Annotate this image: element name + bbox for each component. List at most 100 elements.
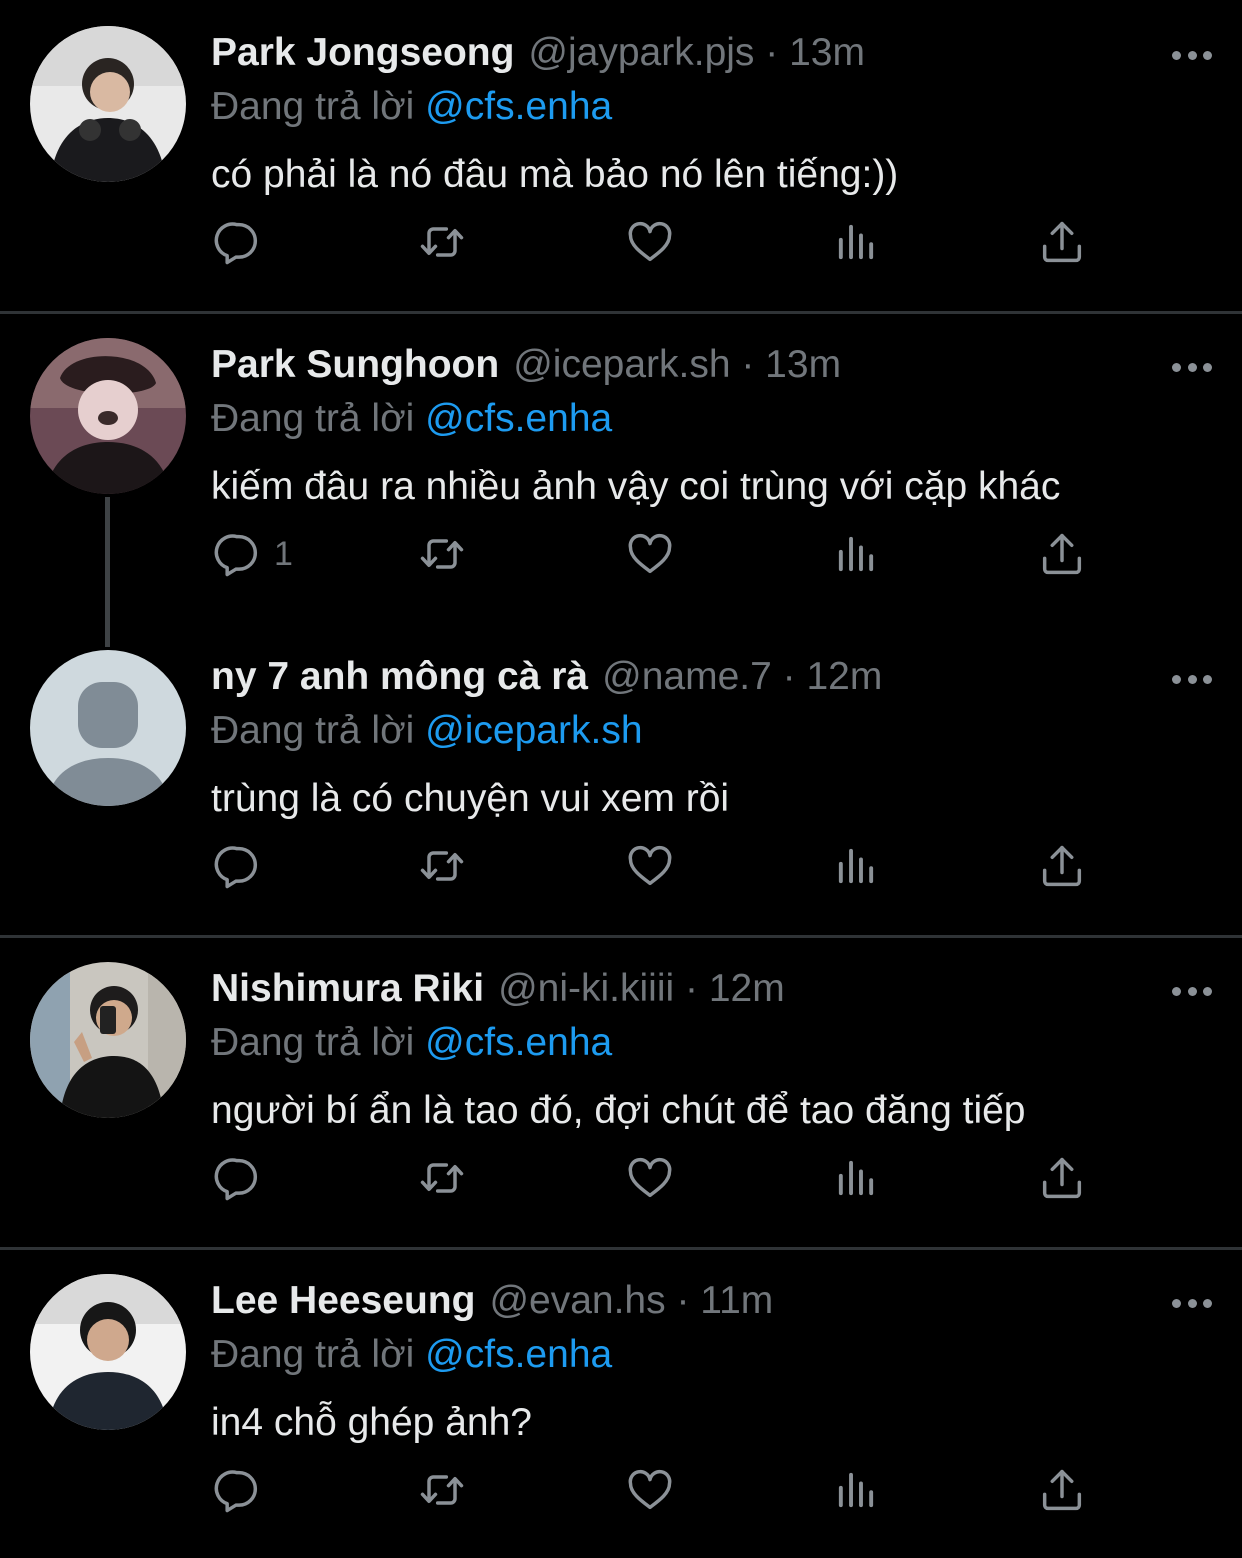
share-icon <box>1036 1152 1088 1204</box>
analytics-button[interactable] <box>830 1460 882 1520</box>
reply-button[interactable] <box>212 836 274 896</box>
like-button[interactable] <box>624 1148 676 1208</box>
display-name[interactable]: Park Sunghoon <box>211 343 499 386</box>
retweet-icon <box>416 1464 468 1516</box>
reply-icon <box>212 528 264 580</box>
action-bar <box>0 836 1242 896</box>
share-icon <box>1036 1464 1088 1516</box>
handle-time: @name.7 · 12m <box>602 655 883 698</box>
avatar[interactable] <box>30 1274 186 1430</box>
action-bar <box>0 212 1242 272</box>
handle-time: @ni-ki.kiiii · 12m <box>498 967 785 1010</box>
display-name[interactable]: ny 7 anh mông cà rà <box>211 655 588 698</box>
tweet-2[interactable]: Park Sunghoon @icepark.sh · 13m Đang trả … <box>0 312 1242 624</box>
analytics-button[interactable] <box>830 1148 882 1208</box>
reply-icon <box>212 840 264 892</box>
replying-to-label: Đang trả lời <box>211 397 415 440</box>
replying-to: Đang trả lời @icepark.sh <box>211 708 643 754</box>
share-button[interactable] <box>1036 836 1088 896</box>
reply-button[interactable] <box>212 212 274 272</box>
analytics-icon <box>830 216 882 268</box>
replying-to: Đang trả lời @cfs.enha <box>211 396 612 442</box>
retweet-icon <box>416 528 468 580</box>
tweet-4[interactable]: Nishimura Riki @ni-ki.kiiii · 12m Đang tr… <box>0 936 1242 1248</box>
action-bar: 1 <box>0 524 1242 584</box>
analytics-icon <box>830 528 882 580</box>
tweet-text: có phải là nó đâu mà bảo nó lên tiếng:)) <box>211 153 899 196</box>
reply-icon <box>212 1464 264 1516</box>
more-icon[interactable] <box>1172 1288 1212 1318</box>
retweet-icon <box>416 1152 468 1204</box>
mention-link[interactable]: @cfs.enha <box>425 397 612 440</box>
display-name[interactable]: Nishimura Riki <box>211 967 484 1010</box>
analytics-icon <box>830 840 882 892</box>
tweet-text: người bí ẩn là tao đó, đợi chút để tao đ… <box>211 1089 1026 1132</box>
more-icon[interactable] <box>1172 664 1212 694</box>
reply-button[interactable] <box>212 1148 274 1208</box>
avatar[interactable] <box>30 26 186 182</box>
analytics-button[interactable] <box>830 212 882 272</box>
reply-icon <box>212 1152 264 1204</box>
mention-link[interactable]: @cfs.enha <box>425 1333 612 1376</box>
retweet-button[interactable] <box>416 1460 468 1520</box>
more-icon[interactable] <box>1172 352 1212 382</box>
retweet-button[interactable] <box>416 836 468 896</box>
like-icon <box>624 528 676 580</box>
like-icon <box>624 840 676 892</box>
like-icon <box>624 216 676 268</box>
tweet-text: kiếm đâu ra nhiều ảnh vậy coi trùng với … <box>211 465 1061 508</box>
mention-link[interactable]: @cfs.enha <box>425 85 612 128</box>
share-button[interactable] <box>1036 524 1088 584</box>
analytics-button[interactable] <box>830 524 882 584</box>
action-bar <box>0 1460 1242 1520</box>
tweet-header: ny 7 anh mông cà rà @name.7 · 12m <box>211 654 882 700</box>
like-button[interactable] <box>624 836 676 896</box>
mention-link[interactable]: @cfs.enha <box>425 1021 612 1064</box>
like-button[interactable] <box>624 1460 676 1520</box>
replying-to-label: Đang trả lời <box>211 1333 415 1376</box>
replying-to: Đang trả lời @cfs.enha <box>211 1332 612 1378</box>
retweet-button[interactable] <box>416 212 468 272</box>
replying-to-label: Đang trả lời <box>211 85 415 128</box>
tweet-3[interactable]: ny 7 anh mông cà rà @name.7 · 12m Đang tr… <box>0 624 1242 936</box>
handle-time: @evan.hs · 11m <box>489 1279 774 1322</box>
reply-button[interactable] <box>212 1460 274 1520</box>
replying-to-label: Đang trả lời <box>211 1021 415 1064</box>
share-icon <box>1036 528 1088 580</box>
share-button[interactable] <box>1036 212 1088 272</box>
retweet-icon <box>416 840 468 892</box>
tweet-header: Lee Heeseung @evan.hs · 11m <box>211 1278 773 1324</box>
handle-time: @icepark.sh · 13m <box>513 343 842 386</box>
analytics-button[interactable] <box>830 836 882 896</box>
retweet-button[interactable] <box>416 524 468 584</box>
display-name[interactable]: Park Jongseong <box>211 31 514 74</box>
share-icon <box>1036 840 1088 892</box>
share-button[interactable] <box>1036 1460 1088 1520</box>
share-button[interactable] <box>1036 1148 1088 1208</box>
reply-icon <box>212 216 264 268</box>
avatar[interactable] <box>30 650 186 806</box>
tweet-1[interactable]: Park Jongseong @jaypark.pjs · 13m Đang tr… <box>0 0 1242 312</box>
reply-button[interactable]: 1 <box>212 524 293 584</box>
like-button[interactable] <box>624 212 676 272</box>
replying-to: Đang trả lời @cfs.enha <box>211 84 612 130</box>
action-bar <box>0 1148 1242 1208</box>
tweet-header: Park Sunghoon @icepark.sh · 13m <box>211 342 841 388</box>
more-icon[interactable] <box>1172 976 1212 1006</box>
replying-to-label: Đang trả lời <box>211 709 415 752</box>
like-icon <box>624 1464 676 1516</box>
retweet-button[interactable] <box>416 1148 468 1208</box>
more-icon[interactable] <box>1172 40 1212 70</box>
replying-to: Đang trả lời @cfs.enha <box>211 1020 612 1066</box>
tweet-header: Nishimura Riki @ni-ki.kiiii · 12m <box>211 966 785 1012</box>
tweet-text: trùng là có chuyện vui xem rồi <box>211 777 730 820</box>
share-icon <box>1036 216 1088 268</box>
like-button[interactable] <box>624 524 676 584</box>
display-name[interactable]: Lee Heeseung <box>211 1279 475 1322</box>
reply-count: 1 <box>274 534 293 573</box>
avatar[interactable] <box>30 962 186 1118</box>
tweet-5[interactable]: Lee Heeseung @evan.hs · 11m Đang trả lời … <box>0 1248 1242 1558</box>
analytics-icon <box>830 1464 882 1516</box>
avatar[interactable] <box>30 338 186 494</box>
mention-link[interactable]: @icepark.sh <box>425 709 642 752</box>
